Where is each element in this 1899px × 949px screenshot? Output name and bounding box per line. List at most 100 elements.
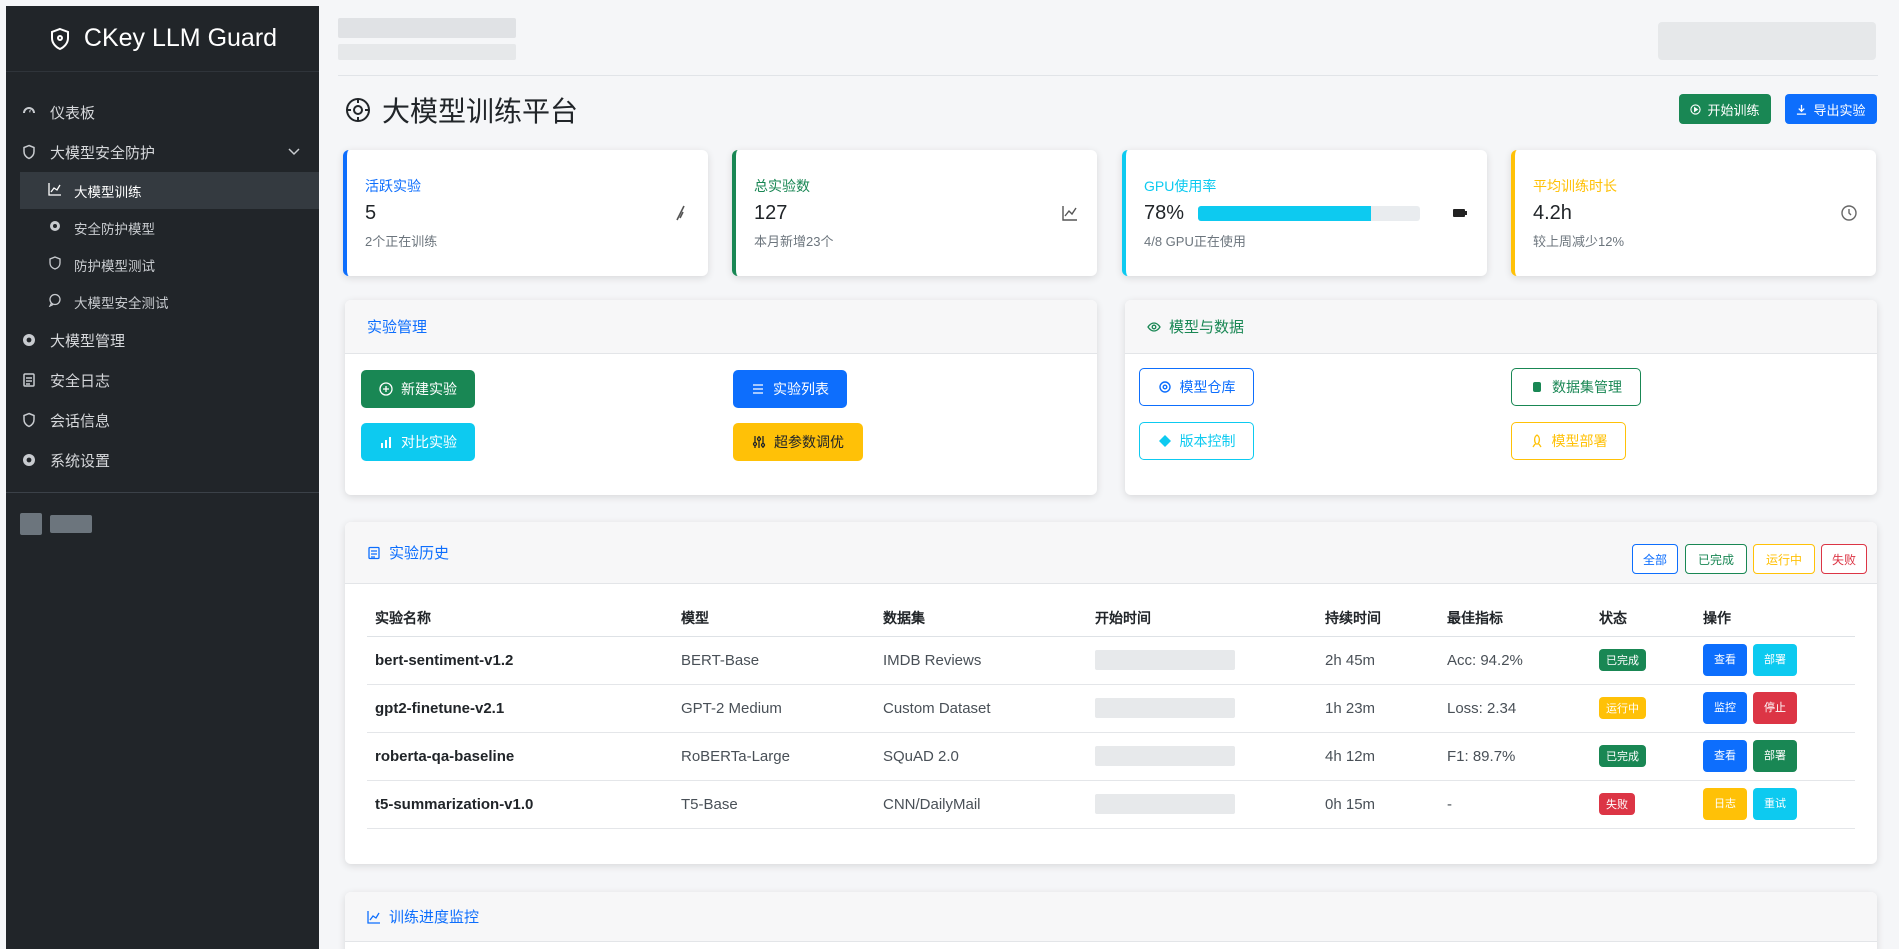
- start-time-placeholder: [1095, 746, 1235, 766]
- cell-name[interactable]: roberta-qa-baseline: [367, 732, 673, 781]
- export-experiment-button[interactable]: 导出实验: [1785, 94, 1877, 124]
- model-data-panel: 模型与数据 模型仓库 数据集管理 版本控制 模型部署: [1125, 300, 1877, 495]
- sliders-icon: [752, 436, 766, 448]
- status-badge: 已完成: [1599, 745, 1646, 767]
- filter-running-button[interactable]: 运行中: [1753, 544, 1815, 574]
- cell-actions: 监控 停止: [1695, 684, 1855, 733]
- sidebar-subitem-llm-security-test[interactable]: 大模型安全测试: [6, 283, 319, 320]
- stat-value: 127: [754, 202, 788, 224]
- panel-header: 模型与数据: [1125, 300, 1877, 354]
- page-title-text: 大模型训练平台: [382, 96, 579, 127]
- experiment-management-panel: 实验管理 新建实验 实验列表 对比实验 超参数调优: [345, 300, 1097, 495]
- log-icon: [20, 371, 38, 389]
- model-deploy-button[interactable]: 模型部署: [1511, 422, 1626, 460]
- chat-icon: [48, 293, 62, 310]
- wave-icon: [672, 204, 690, 222]
- start-training-button[interactable]: 开始训练: [1679, 94, 1771, 124]
- stat-sub: 4/8 GPU正在使用: [1144, 234, 1246, 249]
- gear-icon: [346, 98, 370, 122]
- col-header: 开始时间: [1087, 600, 1317, 637]
- button-label: 模型部署: [1551, 433, 1608, 449]
- sidebar-subitem-protection-test[interactable]: 防护模型测试: [6, 246, 319, 283]
- clock-icon: [1840, 204, 1858, 222]
- log-icon: [368, 546, 380, 559]
- sidebar-item-session-info[interactable]: 会话信息: [6, 400, 319, 440]
- sidebar-item-label: 安全日志: [50, 372, 111, 390]
- row-action-button[interactable]: 停止: [1753, 692, 1797, 724]
- experiment-table: 实验名称 模型 数据集 开始时间 持续时间 最佳指标 状态 操作 bert-se…: [367, 600, 1855, 829]
- version-control-button[interactable]: 版本控制: [1139, 422, 1254, 460]
- experiment-list-button[interactable]: 实验列表: [733, 370, 847, 408]
- start-time-placeholder: [1095, 698, 1235, 718]
- row-action-button[interactable]: 查看: [1703, 644, 1747, 676]
- stat-sub: 2个正在训练: [365, 234, 438, 249]
- col-header: 持续时间: [1317, 600, 1439, 637]
- model-repository-button[interactable]: 模型仓库: [1139, 368, 1254, 406]
- cell-start-time: [1087, 636, 1317, 685]
- download-icon: [1797, 104, 1807, 115]
- stat-value: 78%: [1144, 202, 1185, 224]
- sidebar-subitem-label: 大模型训练: [74, 184, 142, 200]
- cell-metric: Loss: 2.34: [1439, 684, 1591, 733]
- stat-card-total-experiments: 总实验数 127 本月新增23个: [732, 150, 1097, 276]
- sidebar-subitem-llm-training[interactable]: 大模型训练: [20, 172, 319, 209]
- gear-icon: [1158, 381, 1171, 393]
- start-training-label: 开始训练: [1707, 102, 1760, 118]
- compare-experiment-button[interactable]: 对比实验: [361, 423, 475, 461]
- shield-icon: [20, 411, 38, 429]
- cell-name[interactable]: bert-sentiment-v1.2: [367, 636, 673, 685]
- cell-metric: F1: 89.7%: [1439, 732, 1591, 781]
- training-monitor-panel: 训练进度监控: [345, 892, 1877, 949]
- row-action-button[interactable]: 重试: [1753, 788, 1797, 820]
- sidebar-item-system-settings[interactable]: 系统设置: [6, 440, 319, 480]
- status-badge: 已完成: [1599, 649, 1646, 671]
- chevron-down-icon[interactable]: [287, 144, 301, 158]
- col-header: 实验名称: [367, 600, 673, 637]
- row-action-button[interactable]: 查看: [1703, 740, 1747, 772]
- branch-icon: [1158, 435, 1171, 447]
- button-label: 版本控制: [1179, 433, 1236, 449]
- cell-name[interactable]: gpt2-finetune-v2.1: [367, 684, 673, 733]
- table-row[interactable]: gpt2-finetune-v2.1 GPT-2 Medium Custom D…: [367, 684, 1855, 733]
- topbar-right-placeholder[interactable]: [1658, 22, 1876, 60]
- panel-title: 实验历史: [389, 545, 450, 562]
- table-row[interactable]: roberta-qa-baseline RoBERTa-Large SQuAD …: [367, 732, 1855, 781]
- breadcrumb-placeholder: [338, 18, 516, 38]
- shield-icon: [20, 143, 38, 161]
- filter-failed-button[interactable]: 失败: [1821, 544, 1867, 574]
- dataset-management-button[interactable]: 数据集管理: [1511, 368, 1641, 406]
- cell-model: T5-Base: [673, 780, 875, 829]
- row-action-button[interactable]: 监控: [1703, 692, 1747, 724]
- cell-name[interactable]: t5-summarization-v1.0: [367, 780, 673, 829]
- table-row[interactable]: t5-summarization-v1.0 T5-Base CNN/DailyM…: [367, 780, 1855, 829]
- sidebar-item-llm-management[interactable]: 大模型管理: [6, 320, 319, 360]
- sidebar-item-dashboard[interactable]: 仪表板: [6, 92, 319, 132]
- experiment-history-panel: 实验历史 全部 已完成 运行中 失败 实验名称 模型 数据集 开始时间 持续时间…: [345, 522, 1877, 864]
- stat-value: 4.2h: [1533, 202, 1572, 224]
- brand[interactable]: CKey LLM Guard: [6, 6, 319, 72]
- user-menu[interactable]: [6, 493, 319, 535]
- cell-start-time: [1087, 780, 1317, 829]
- table-row[interactable]: bert-sentiment-v1.2 BERT-Base IMDB Revie…: [367, 636, 1855, 685]
- export-experiment-label: 导出实验: [1813, 102, 1866, 118]
- sidebar-item-security-log[interactable]: 安全日志: [6, 360, 319, 400]
- filter-label: 失败: [1831, 552, 1856, 567]
- chart-line-icon: [367, 910, 380, 924]
- start-time-placeholder: [1095, 794, 1235, 814]
- sidebar-subitem-protection-model[interactable]: 安全防护模型: [6, 209, 319, 246]
- sidebar-item-llm-security[interactable]: 大模型安全防护: [6, 132, 319, 172]
- hyperparameter-tuning-button[interactable]: 超参数调优: [733, 423, 863, 461]
- filter-label: 运行中: [1765, 552, 1802, 567]
- new-experiment-button[interactable]: 新建实验: [361, 370, 475, 408]
- user-name-placeholder: [50, 515, 92, 533]
- filter-completed-button[interactable]: 已完成: [1685, 544, 1747, 574]
- cell-metric: -: [1439, 780, 1591, 829]
- stat-label: 平均训练时长: [1533, 178, 1617, 194]
- filter-all-button[interactable]: 全部: [1632, 544, 1678, 574]
- gear-icon: [20, 331, 38, 349]
- col-header: 操作: [1695, 600, 1855, 637]
- row-action-button[interactable]: 部署: [1753, 644, 1797, 676]
- sidebar-item-label: 会话信息: [50, 412, 111, 430]
- row-action-button[interactable]: 部署: [1753, 740, 1797, 772]
- row-action-button[interactable]: 日志: [1703, 788, 1747, 820]
